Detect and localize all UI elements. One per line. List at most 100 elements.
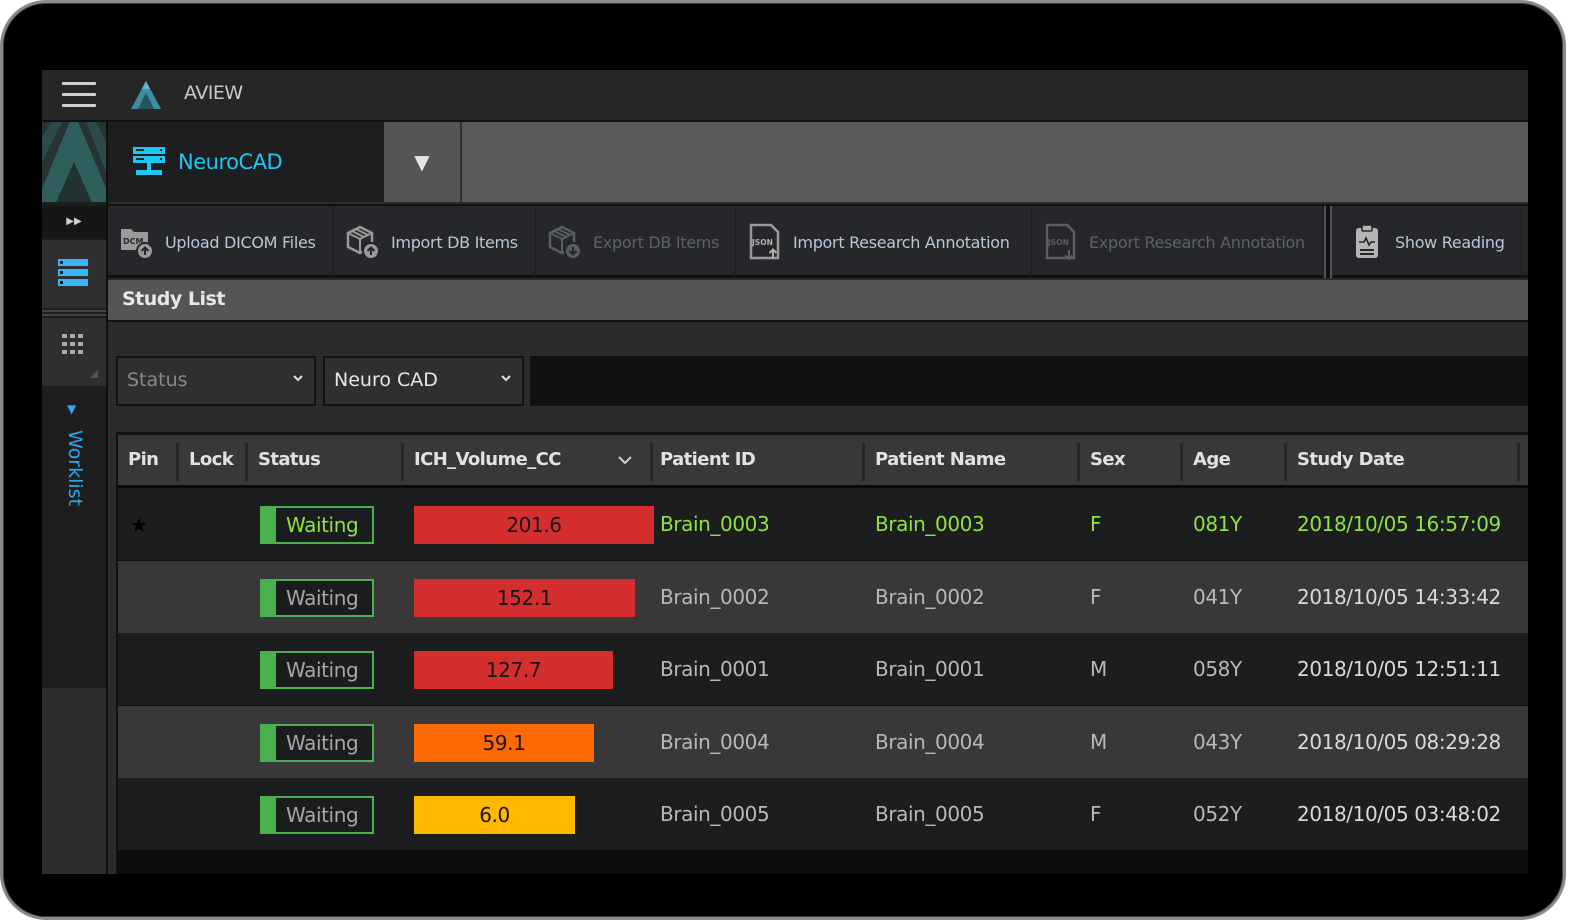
sidebar-item-study-list[interactable] <box>42 240 106 308</box>
column-header-ich-volume[interactable]: ICH_Volume_CC <box>404 435 648 485</box>
study-date-cell: 2018/10/05 14:33:42 <box>1297 584 1501 609</box>
patient-id-cell: Brain_0005 <box>660 802 770 826</box>
sort-descending-icon[interactable] <box>618 454 632 466</box>
status-text: Waiting <box>286 730 359 755</box>
export-research-annotation-button[interactable]: JSON Export Research Annotation <box>1032 206 1324 278</box>
column-header-status[interactable]: Status <box>248 435 400 485</box>
export-db-items-button[interactable]: Export DB Items <box>536 206 736 278</box>
lock-cell[interactable] <box>188 706 248 778</box>
db-import-icon <box>346 225 380 260</box>
expand-sidebar-icon[interactable]: ▶▶ <box>42 206 106 238</box>
age-cell: 043Y <box>1193 729 1242 754</box>
status-filter-placeholder: Status <box>127 369 188 391</box>
patient-name-cell: Brain_0003 <box>875 512 985 536</box>
algorithm-filter-select[interactable]: Neuro CAD <box>323 356 524 406</box>
column-header-lock[interactable]: Lock <box>179 435 247 485</box>
sidebar-empty-area <box>42 688 106 874</box>
show-reading-button[interactable]: Show Reading <box>1332 206 1522 278</box>
grid-icon <box>62 334 98 378</box>
import-db-items-button[interactable]: Import DB Items <box>334 206 536 278</box>
patient-name-cell: Brain_0001 <box>875 657 985 681</box>
status-indicator <box>262 725 276 760</box>
table-header: Pin Lock Status ICH_Volume_CC Patient ID… <box>118 432 1528 488</box>
status-indicator <box>262 653 276 687</box>
ich-volume-value: 201.6 <box>506 513 562 537</box>
clipboard-pulse-icon <box>1356 224 1378 258</box>
study-list-title: Study List <box>122 288 225 310</box>
pin-star-icon[interactable]: ★ <box>130 488 148 560</box>
status-text: Waiting <box>286 513 359 537</box>
column-header-study-date[interactable]: Study Date <box>1287 435 1517 485</box>
table-row[interactable]: Waiting 127.7 Brain_0001 Brain_0001 M 058Y 201… <box>118 633 1528 705</box>
module-dropdown-button[interactable]: ▼ <box>384 122 462 202</box>
ich-volume-value: 59.1 <box>482 730 526 755</box>
module-selector-row: NeuroCAD ▼ <box>108 122 1528 202</box>
table-row[interactable]: ★ Waiting 201.6 Brain_0003 Brain_0003 F 081Y 20… <box>118 488 1528 560</box>
study-date-cell: 2018/10/05 12:51:11 <box>1297 657 1501 681</box>
sidebar-divider <box>42 310 106 316</box>
patient-id-cell: Brain_0001 <box>660 657 770 681</box>
svg-text:JSON: JSON <box>1047 238 1069 247</box>
ich-volume-value: 152.1 <box>496 585 553 610</box>
status-badge: Waiting <box>260 506 374 544</box>
hamburger-menu-icon[interactable] <box>62 82 96 108</box>
column-header-patient-id[interactable]: Patient ID <box>650 435 860 485</box>
import-research-annotation-button[interactable]: JSON Import Research Annotation <box>736 206 1032 278</box>
age-cell: 041Y <box>1193 584 1242 609</box>
column-divider[interactable] <box>1517 443 1520 481</box>
patient-id-cell: Brain_0004 <box>660 729 770 754</box>
lock-cell[interactable] <box>188 488 248 560</box>
ich-volume-value: 6.0 <box>479 803 510 827</box>
study-date-cell: 2018/10/05 08:29:28 <box>1297 729 1501 754</box>
sex-cell: F <box>1090 584 1102 609</box>
chevron-down-icon <box>293 375 303 382</box>
ich-volume-bar: 201.6 <box>414 506 654 544</box>
age-cell: 052Y <box>1193 802 1242 826</box>
algorithm-filter-value: Neuro CAD <box>334 369 438 391</box>
status-text: Waiting <box>286 585 359 610</box>
brand-logo-icon <box>42 122 106 202</box>
worklist-caret-icon[interactable]: ▼ <box>67 402 76 416</box>
worklist-tab[interactable]: Worklist <box>64 430 86 506</box>
table-footer <box>118 850 1528 874</box>
search-input[interactable] <box>530 356 1528 406</box>
app-title: AVIEW <box>184 82 243 104</box>
lock-cell[interactable] <box>188 778 248 850</box>
table-row[interactable]: Waiting 59.1 Brain_0004 Brain_0004 M 043Y 2018… <box>118 705 1528 778</box>
sex-cell: M <box>1090 729 1107 754</box>
json-import-icon: JSON <box>749 223 780 260</box>
dicom-upload-icon: DCM <box>121 229 154 260</box>
study-list-header: Study List <box>108 280 1528 322</box>
status-text: Waiting <box>286 658 359 682</box>
sidebar-item-apps[interactable] <box>42 318 106 386</box>
status-badge: Waiting <box>260 723 374 762</box>
status-indicator <box>262 798 276 832</box>
column-header-pin[interactable]: Pin <box>118 435 178 485</box>
lock-cell[interactable] <box>188 633 248 705</box>
table-row[interactable]: Waiting 6.0 Brain_0005 Brain_0005 F 052Y 2018/… <box>118 778 1528 850</box>
json-export-icon: JSON <box>1045 223 1076 261</box>
upload-dicom-button[interactable]: DCM Upload DICOM Files <box>108 206 334 278</box>
column-header-patient-name[interactable]: Patient Name <box>865 435 1075 485</box>
ich-volume-value: 127.7 <box>485 658 542 682</box>
aview-logo-icon <box>131 81 161 109</box>
table-row[interactable]: Waiting 152.1 Brain_0002 Brain_0002 F 041Y 201… <box>118 560 1528 633</box>
status-filter-select[interactable]: Status <box>116 356 316 406</box>
status-text: Waiting <box>286 803 359 827</box>
status-badge: Waiting <box>260 796 374 834</box>
status-indicator <box>262 508 276 542</box>
study-date-cell: 2018/10/05 03:48:02 <box>1297 802 1501 826</box>
column-header-age[interactable]: Age <box>1183 435 1283 485</box>
svg-text:JSON: JSON <box>751 238 773 247</box>
module-tab-neurocad[interactable]: NeuroCAD <box>108 122 384 202</box>
worklist-panel: ▼ Worklist <box>42 388 106 688</box>
left-sidebar: ▶▶ ▼ Worklist <box>42 122 108 874</box>
ich-volume-bar: 127.7 <box>414 651 613 689</box>
chevron-down-icon <box>501 375 511 382</box>
lock-cell[interactable] <box>188 561 248 633</box>
caret-down-icon: ▼ <box>414 150 430 174</box>
patient-name-cell: Brain_0005 <box>875 802 985 826</box>
app-window: AVIEW ▶▶ ▼ Worklist NeuroCAD ▼ DCM Uploa… <box>42 70 1528 874</box>
ich-volume-bar: 6.0 <box>414 796 575 834</box>
column-header-sex[interactable]: Sex <box>1080 435 1180 485</box>
